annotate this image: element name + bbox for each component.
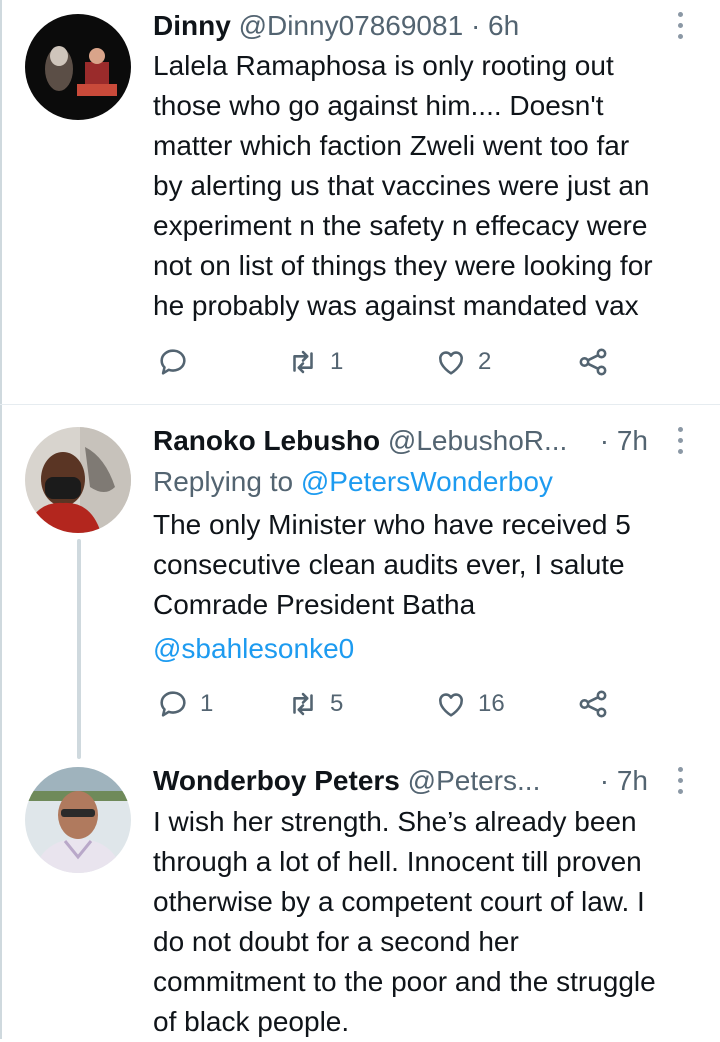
replying-to-label: Replying to	[153, 466, 294, 497]
tweet-header: Ranoko Lebusho @LebushoR...	[153, 421, 567, 461]
like-icon	[439, 351, 463, 375]
user-handle[interactable]: @LebushoR...	[388, 425, 567, 456]
retweet-button[interactable]: 5	[286, 684, 343, 724]
timestamp[interactable]: · 7h	[600, 421, 648, 461]
reply-button[interactable]: 1	[156, 684, 213, 724]
share-button[interactable]	[576, 342, 610, 382]
reply-icon	[160, 691, 186, 717]
tweet-header: Dinny @Dinny07869081 · 6h	[153, 6, 519, 46]
display-name[interactable]: Ranoko Lebusho	[153, 425, 380, 456]
retweet-button[interactable]: 1	[286, 342, 343, 382]
timestamp[interactable]: · 6h	[471, 10, 519, 41]
like-count: 2	[478, 348, 492, 375]
replying-to-mention[interactable]: @PetersWonderboy	[301, 466, 553, 497]
tweet-2[interactable]: Ranoko Lebusho @LebushoR... · 7h Replyin…	[0, 405, 720, 749]
thread-connector	[77, 745, 81, 759]
reply-count: 1	[200, 690, 214, 717]
tweet-text: I wish her strength. She’s already been …	[153, 806, 656, 1037]
display-name[interactable]: Wonderboy Peters	[153, 765, 400, 796]
share-button[interactable]	[576, 684, 610, 724]
timestamp[interactable]: · 7h	[600, 761, 648, 801]
replying-to: Replying to @PetersWonderboy	[153, 462, 553, 502]
like-icon	[439, 693, 463, 717]
more-icon[interactable]	[676, 12, 684, 42]
reply-icon	[160, 349, 186, 375]
avatar-ranoko-lebusho[interactable]	[25, 427, 131, 533]
display-name[interactable]: Dinny	[153, 10, 231, 41]
avatar-dinny[interactable]	[25, 14, 131, 120]
share-icon	[579, 348, 607, 376]
retweet-count: 1	[330, 348, 344, 375]
thread-connector	[77, 539, 81, 749]
reply-button[interactable]	[156, 342, 190, 382]
avatar-wonderboy-peters[interactable]	[25, 767, 131, 873]
share-icon	[579, 690, 607, 718]
like-count: 16	[478, 690, 505, 717]
mention-link[interactable]: @sbahlesonke0	[153, 629, 354, 669]
retweet-icon	[293, 692, 313, 716]
like-button[interactable]: 2	[434, 342, 491, 382]
tweet-header: Wonderboy Peters @Peters...	[153, 761, 540, 801]
like-button[interactable]: 16	[434, 684, 505, 724]
more-icon[interactable]	[676, 427, 684, 457]
user-handle[interactable]: @Peters...	[408, 765, 541, 796]
retweet-icon	[293, 350, 313, 374]
tweet-1[interactable]: Dinny @Dinny07869081 · 6h Lalela Ramapho…	[0, 0, 720, 400]
tweet-text: Lalela Ramaphosa is only rooting out tho…	[153, 50, 653, 321]
more-icon[interactable]	[676, 767, 684, 797]
retweet-count: 5	[330, 690, 344, 717]
user-handle[interactable]: @Dinny07869081	[239, 10, 464, 41]
tweet-3[interactable]: Wonderboy Peters @Peters... · 7h I wish …	[0, 745, 720, 1039]
tweet-text: The only Minister who have received 5 co…	[153, 509, 631, 620]
